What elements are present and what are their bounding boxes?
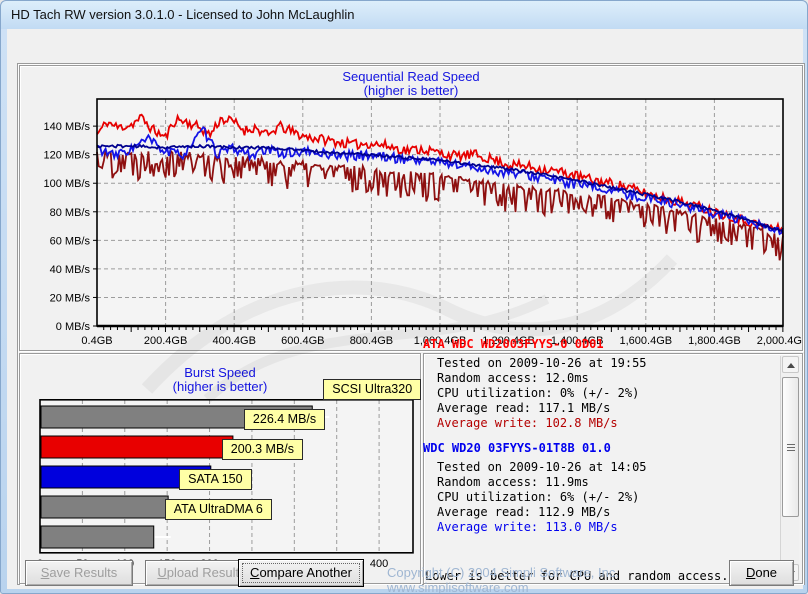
burst-bar bbox=[40, 525, 155, 549]
scrollbar-up-button[interactable] bbox=[782, 356, 799, 373]
drive-stat: Tested on 2009-10-26 at 19:55 bbox=[437, 356, 647, 370]
window-title: HD Tach RW version 3.0.1.0 - Licensed to… bbox=[11, 7, 355, 22]
x-tick-label: 400.4GB bbox=[212, 335, 255, 347]
y-tick-label: 60 MB/s bbox=[50, 235, 91, 247]
hdtach-window: HD Tach RW version 3.0.1.0 - Licensed to… bbox=[0, 0, 808, 594]
x-tick-label: 400 bbox=[370, 558, 388, 570]
burst-chart-title: Burst Speed bbox=[184, 365, 256, 380]
drive-stat: Average read: 117.1 MB/s bbox=[437, 401, 611, 415]
arrow-up-icon bbox=[787, 363, 795, 368]
burst-bar-label: SATA 150 bbox=[179, 469, 252, 490]
compare-another-drive-button[interactable]: Compare Another Drive bbox=[238, 559, 364, 593]
y-tick-label: 100 MB/s bbox=[44, 178, 91, 190]
burst-bar bbox=[40, 495, 169, 519]
y-tick-label: 80 MB/s bbox=[50, 207, 91, 219]
x-tick-label: 600.4GB bbox=[281, 335, 324, 347]
drive-stat: CPU utilization: 6% (+/- 2%) bbox=[437, 490, 640, 504]
y-tick-label: 40 MB/s bbox=[50, 264, 91, 276]
x-tick-label: 2,000.4GB bbox=[757, 335, 802, 347]
save-results-button[interactable]: Save Results bbox=[25, 560, 133, 586]
drive-stat: Tested on 2009-10-26 at 14:05 bbox=[437, 460, 647, 474]
drive-stat: Average write: 113.0 MB/s bbox=[437, 520, 618, 534]
drive-stat: Average read: 112.9 MB/s bbox=[437, 505, 611, 519]
y-tick-label: 120 MB/s bbox=[44, 150, 91, 162]
drive-stat: Average write: 102.8 MB/s bbox=[437, 416, 618, 430]
burst-bar-label: SCSI Ultra320 bbox=[323, 379, 422, 400]
titlebar[interactable]: HD Tach RW version 3.0.1.0 - Licensed to… bbox=[1, 1, 807, 29]
drive-name: WDC WD20 03FYYS-01T8B 01.0 bbox=[423, 441, 611, 455]
burst-bar-label: 226.4 MB/s bbox=[243, 409, 326, 430]
burst-bar-label: 200.3 MB/s bbox=[221, 439, 304, 460]
y-tick-label: 140 MB/s bbox=[44, 121, 91, 133]
sequential-read-chart: 0 MB/s 20 MB/s 40 MB/s 60 MB/s 80 MB/s 100 MB… bbox=[44, 98, 802, 347]
scrollbar-thumb[interactable] bbox=[782, 377, 799, 517]
copyright-text: Copyright (C) 2004 Simpli Software, Inc.… bbox=[387, 565, 619, 594]
x-tick-label: 0.4GB bbox=[81, 335, 112, 347]
x-tick-label: 200.4GB bbox=[144, 335, 187, 347]
drive-stat: Random access: 11.9ms bbox=[437, 475, 589, 489]
drive-name: ATA WDC WD2003FYYS-0 0D01 bbox=[423, 337, 604, 351]
drive-stat: CPU utilization: 0% (+/- 2%) bbox=[437, 386, 640, 400]
y-tick-label: 0 MB/s bbox=[56, 321, 91, 333]
burst-bar-label: ATA UltraDMA 6 bbox=[164, 499, 272, 520]
burst-bar bbox=[40, 435, 234, 459]
info-scrollbar[interactable] bbox=[780, 356, 799, 581]
y-tick-label: 20 MB/s bbox=[50, 292, 91, 304]
x-tick-label: 800.4GB bbox=[350, 335, 393, 347]
done-button[interactable]: Done bbox=[729, 560, 794, 586]
client-area: Sequential Read Speed (higher is better)… bbox=[7, 29, 805, 589]
x-tick-label: 1,800.4GB bbox=[688, 335, 741, 347]
drive-stat: Random access: 12.0ms bbox=[437, 371, 589, 385]
x-tick-label: 1,600.4GB bbox=[620, 335, 673, 347]
compare-another-drive-label: Compare Another Drive bbox=[250, 565, 352, 593]
done-label: Done bbox=[745, 565, 778, 580]
save-results-label: Save Results bbox=[40, 565, 118, 580]
scrollbar-grip-icon bbox=[787, 444, 795, 451]
